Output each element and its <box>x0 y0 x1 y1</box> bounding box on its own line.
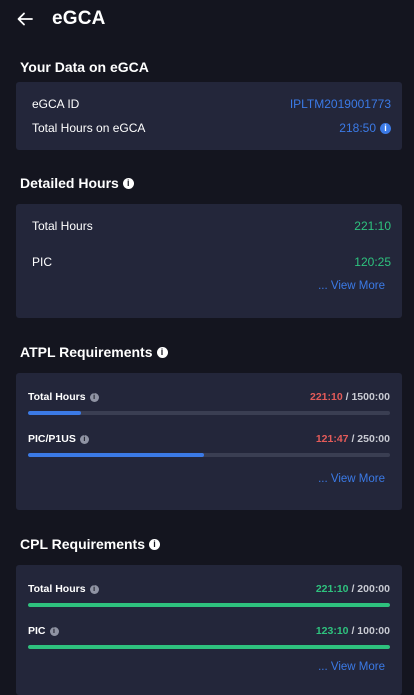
cpl-view-more-link[interactable]: ... View More <box>318 661 385 673</box>
egca-hours-value: 218:50 <box>339 121 376 135</box>
atpl-pic-separator: / <box>351 433 355 445</box>
cpl-pic-value: 123:10 <box>315 625 349 637</box>
atpl-total-target: 1500:00 <box>351 391 390 403</box>
atpl-pic-label: PIC/P1US <box>28 433 76 445</box>
egca-id-value[interactable]: IPLTM2019001773 <box>290 97 391 111</box>
page-title: eGCA <box>52 8 106 29</box>
progress-fill <box>28 453 205 457</box>
detailed-heading: Detailed Hours i <box>0 175 414 191</box>
info-icon[interactable]: i <box>122 177 134 189</box>
progress-track <box>28 411 390 415</box>
cpl-heading: CPL Requirements i <box>0 536 414 552</box>
atpl-total-label: Total Hours <box>28 391 86 403</box>
info-icon[interactable]: i <box>149 538 160 550</box>
info-icon[interactable]: i <box>89 584 99 594</box>
detailed-view-more-link[interactable]: ... View More <box>318 280 385 292</box>
detailed-total-row: Total Hours 221:10 <box>32 219 391 233</box>
detailed-pic-value: 120:25 <box>354 255 391 269</box>
detailed-total-value: 221:10 <box>354 219 391 233</box>
back-button[interactable] <box>16 10 34 28</box>
cpl-pic-separator: / <box>351 625 355 637</box>
progress-fill <box>28 411 82 415</box>
your-data-card: eGCA ID IPLTM2019001773 Total Hours on e… <box>16 82 402 150</box>
your-data-heading: Your Data on eGCA <box>0 59 414 75</box>
progress-track <box>28 645 390 649</box>
atpl-heading: ATPL Requirements i <box>0 344 414 360</box>
cpl-pic-target: 100:00 <box>357 625 390 637</box>
info-icon[interactable]: i <box>79 434 89 444</box>
progress-fill <box>28 645 390 649</box>
egca-id-row: eGCA ID IPLTM2019001773 <box>32 97 391 111</box>
cpl-title: CPL Requirements <box>20 536 145 552</box>
progress-track <box>28 603 390 607</box>
atpl-pic-value: 121:47 <box>315 433 349 445</box>
egca-hours-row: Total Hours on eGCA 218:50 i <box>32 121 391 135</box>
cpl-total-target: 200:00 <box>357 583 390 595</box>
atpl-title: ATPL Requirements <box>20 344 153 360</box>
cpl-total-item: Total Hours i 221:10 / 200:00 <box>16 583 402 607</box>
atpl-total-separator: / <box>345 391 349 403</box>
atpl-view-more-link[interactable]: ... View More <box>318 473 385 485</box>
egca-id-label: eGCA ID <box>32 97 80 111</box>
info-icon[interactable]: i <box>49 626 59 636</box>
detailed-title: Detailed Hours <box>20 175 119 191</box>
atpl-pic-target: 250:00 <box>357 433 390 445</box>
atpl-card: Total Hours i 221:10 / 1500:00 PIC/P1US i … <box>16 373 402 510</box>
progress-track <box>28 453 390 457</box>
atpl-total-item: Total Hours i 221:10 / 1500:00 <box>16 391 402 415</box>
arrow-left-icon <box>17 12 33 26</box>
info-icon[interactable]: i <box>380 122 391 134</box>
info-icon[interactable]: i <box>156 346 168 358</box>
info-icon[interactable]: i <box>89 392 99 402</box>
atpl-pic-item: PIC/P1US i 121:47 / 250:00 <box>16 433 402 457</box>
your-data-title: Your Data on eGCA <box>20 59 149 75</box>
detailed-card: Total Hours 221:10 PIC 120:25 ... View M… <box>16 204 402 318</box>
cpl-total-label: Total Hours <box>28 583 86 595</box>
cpl-total-value: 221:10 <box>315 583 349 595</box>
atpl-total-value: 221:10 <box>309 391 343 403</box>
cpl-card: Total Hours i 221:10 / 200:00 PIC i 123:10… <box>16 565 402 695</box>
egca-hours-label: Total Hours on eGCA <box>32 121 146 135</box>
cpl-total-separator: / <box>351 583 355 595</box>
progress-fill <box>28 603 390 607</box>
cpl-pic-item: PIC i 123:10 / 100:00 <box>16 625 402 649</box>
cpl-pic-label: PIC <box>28 625 46 637</box>
detailed-pic-label: PIC <box>32 255 53 269</box>
detailed-total-label: Total Hours <box>32 219 93 233</box>
detailed-pic-row: PIC 120:25 <box>32 255 391 269</box>
app-header: eGCA <box>0 0 414 38</box>
